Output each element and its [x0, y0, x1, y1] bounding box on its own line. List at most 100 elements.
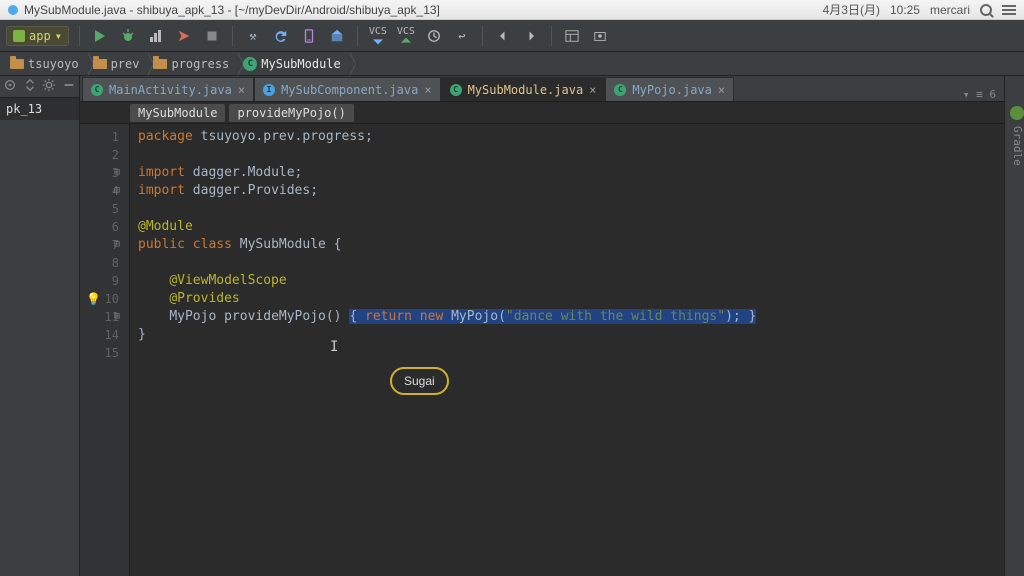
- breadcrumb-label: progress: [171, 57, 229, 71]
- collaborator-badge: Sugai: [390, 367, 449, 395]
- string-literal: "dance with the wild things": [506, 309, 725, 324]
- fold-icon[interactable]: ⊟: [114, 236, 120, 254]
- back-button[interactable]: [493, 26, 513, 46]
- tab-label: MySubComponent.java: [281, 83, 418, 97]
- editor-crumb-method[interactable]: provideMyPojo(): [229, 104, 353, 122]
- close-icon[interactable]: ×: [589, 83, 596, 97]
- kw-class: class: [193, 237, 232, 252]
- interface-icon: I: [263, 84, 275, 96]
- line-number: 9: [80, 272, 119, 290]
- run-button[interactable]: [90, 26, 110, 46]
- target-icon[interactable]: [3, 78, 17, 95]
- close-icon[interactable]: ×: [718, 83, 725, 97]
- app-icon: [8, 5, 18, 15]
- editor-tab[interactable]: C MySubModule.java ×: [441, 77, 606, 101]
- editor-tab[interactable]: C MyPojo.java ×: [605, 77, 734, 101]
- gear-icon[interactable]: [42, 78, 56, 95]
- return-type: MyPojo: [169, 309, 216, 324]
- package-path: tsuyoyo.prev.progress;: [201, 129, 373, 144]
- tab-label: MySubModule.java: [468, 83, 584, 97]
- debug-button[interactable]: [118, 26, 138, 46]
- vcs-commit-button[interactable]: VCS: [396, 26, 416, 46]
- method-sig: provideMyPojo(): [224, 309, 341, 324]
- stop-button[interactable]: [202, 26, 222, 46]
- kw-public: public: [138, 237, 185, 252]
- history-button[interactable]: [424, 26, 444, 46]
- line-number: 14: [80, 326, 119, 344]
- forward-button[interactable]: [521, 26, 541, 46]
- project-root-label[interactable]: pk_13: [0, 98, 79, 120]
- vcs-update-button[interactable]: VCS: [368, 26, 388, 46]
- editor-tab[interactable]: I MySubComponent.java ×: [254, 77, 441, 101]
- import-path: dagger.Module;: [193, 165, 303, 180]
- menubar-date: 4月3日(月): [823, 1, 880, 18]
- folder-icon: [93, 59, 107, 69]
- kw-package: package: [138, 129, 193, 144]
- close-icon[interactable]: ×: [424, 83, 431, 97]
- line-number: 6: [80, 218, 119, 236]
- search-icon[interactable]: [980, 4, 992, 16]
- window-title: MySubModule.java - shibuya_apk_13 - [~/m…: [24, 3, 440, 17]
- line-number: 15: [80, 344, 119, 362]
- breadcrumb-item[interactable]: C MySubModule: [237, 52, 348, 75]
- fold-icon[interactable]: ⊞: [114, 308, 120, 326]
- class-name: MySubModule: [240, 237, 326, 252]
- lightbulb-icon[interactable]: 💡: [86, 290, 101, 308]
- breadcrumb-label: prev: [111, 57, 140, 71]
- annotation: @Provides: [169, 291, 239, 306]
- line-number: 5: [80, 200, 119, 218]
- breadcrumb-item[interactable]: prev: [87, 52, 148, 75]
- fold-icon[interactable]: ⊟: [114, 182, 120, 200]
- code-editor[interactable]: package tsuyoyo.prev.progress; import da…: [130, 124, 1004, 576]
- module-icon: [13, 30, 25, 42]
- avd-button[interactable]: [299, 26, 319, 46]
- profile-button[interactable]: [146, 26, 166, 46]
- close-icon[interactable]: ×: [238, 83, 245, 97]
- annotation: @Module: [138, 219, 193, 234]
- editor-breadcrumb: MySubModule provideMyPojo(): [80, 102, 1004, 124]
- project-sidebar: pk_13: [0, 76, 80, 576]
- revert-button[interactable]: ↩: [452, 26, 472, 46]
- class-icon: C: [91, 84, 103, 96]
- class-icon: C: [243, 57, 257, 71]
- sidebar-toolbar: [0, 76, 79, 98]
- sync-button[interactable]: [271, 26, 291, 46]
- editor-crumb-class[interactable]: MySubModule: [130, 104, 225, 122]
- attach-button[interactable]: [174, 26, 194, 46]
- menubar-brand: mercari: [930, 3, 970, 17]
- editor-area: C MainActivity.java × I MySubComponent.j…: [80, 76, 1004, 576]
- tabs-overflow[interactable]: ▾ ≡ 6: [955, 88, 1004, 101]
- menu-icon[interactable]: [1002, 5, 1016, 15]
- sdk-button[interactable]: [327, 26, 347, 46]
- kw-import: import: [138, 183, 185, 198]
- editor-tabs: C MainActivity.java × I MySubComponent.j…: [80, 76, 1004, 102]
- fold-icon[interactable]: ⊟: [114, 164, 120, 182]
- gradle-icon: [1010, 106, 1024, 120]
- annotation: @ViewModelScope: [169, 273, 286, 288]
- hide-icon[interactable]: [62, 78, 76, 95]
- class-icon: C: [450, 84, 462, 96]
- line-number-gutter: 1 2 3 4 5 6 7 8 9 10 11 14 15 ⊟ ⊟ ⊟ 💡 ⊞: [80, 124, 130, 576]
- kw-import: import: [138, 165, 185, 180]
- tab-label: MainActivity.java: [109, 83, 232, 97]
- gradle-label: Gradle: [1005, 126, 1024, 166]
- layout-button[interactable]: [562, 26, 582, 46]
- breadcrumb-item[interactable]: tsuyoyo: [4, 52, 87, 75]
- editor-tab[interactable]: C MainActivity.java ×: [82, 77, 254, 101]
- gradle-tool-window-tab[interactable]: Gradle: [1004, 76, 1024, 576]
- line-number: 8: [80, 254, 119, 272]
- folder-icon: [10, 59, 24, 69]
- module-selector[interactable]: app ▾: [6, 26, 69, 46]
- window-titlebar: MySubModule.java - shibuya_apk_13 - [~/m…: [0, 0, 1024, 20]
- import-path: dagger.Provides;: [193, 183, 318, 198]
- breadcrumb-label: tsuyoyo: [28, 57, 79, 71]
- hammer-build-button[interactable]: ⚒: [243, 26, 263, 46]
- line-number: 2: [80, 146, 119, 164]
- breadcrumb: tsuyoyo prev progress C MySubModule: [0, 52, 1024, 76]
- collapse-icon[interactable]: [23, 78, 37, 95]
- capture-button[interactable]: [590, 26, 610, 46]
- chevron-down-icon: ▾: [55, 29, 62, 43]
- breadcrumb-item[interactable]: progress: [147, 52, 237, 75]
- line-number: 1: [80, 128, 119, 146]
- class-icon: C: [614, 84, 626, 96]
